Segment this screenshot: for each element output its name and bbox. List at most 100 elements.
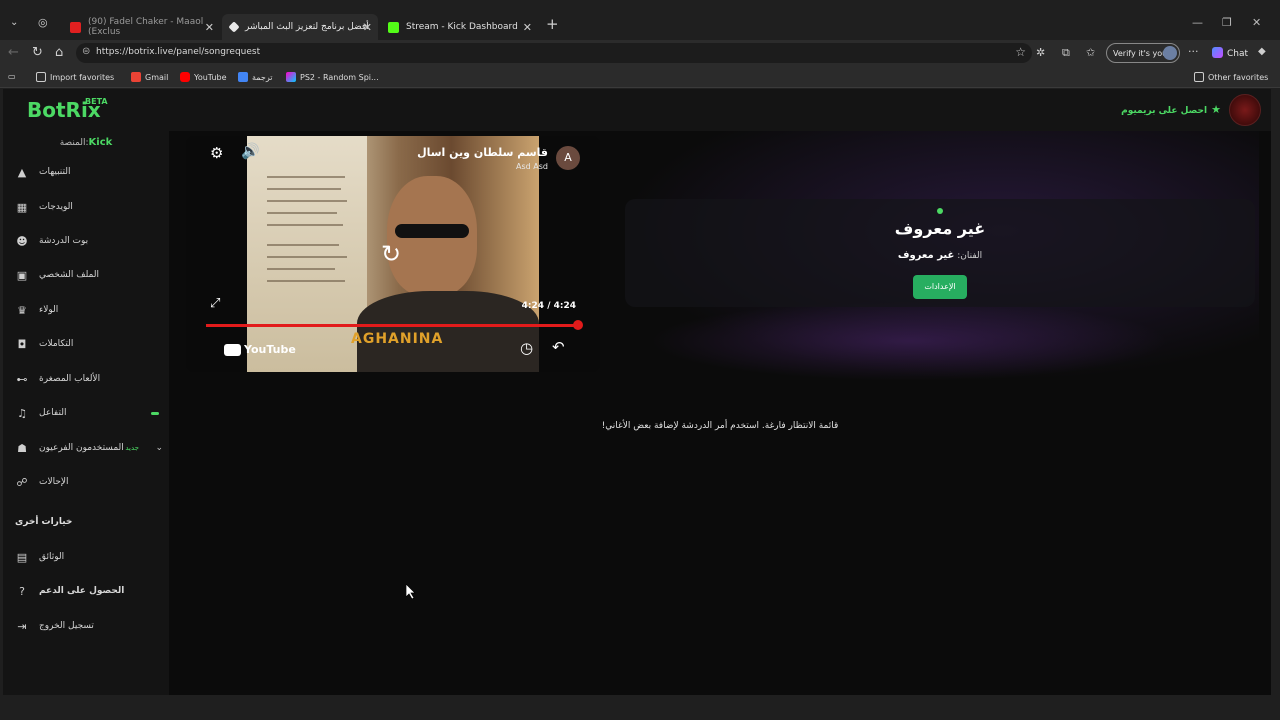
folder-icon xyxy=(36,72,46,82)
ps2-icon xyxy=(286,72,296,82)
sidebar-item-logout[interactable]: ⇥ تسجيل الخروج xyxy=(15,616,165,636)
user-avatar[interactable] xyxy=(1229,94,1261,126)
sidebar-item-minigames[interactable]: ⊷ الألعاب المصغرة xyxy=(15,369,165,389)
bookmark-translate[interactable]: ترجمة xyxy=(238,72,273,82)
sidebar-item-support[interactable]: ? الحصول على الدعم xyxy=(15,581,165,601)
tab-list-icon[interactable]: ⌄ xyxy=(10,17,18,28)
profile-avatar xyxy=(1163,46,1177,60)
sidebar-item-profile[interactable]: ▣ الملف الشخصي xyxy=(15,265,165,285)
bookmark-gmail[interactable]: Gmail xyxy=(131,72,168,82)
sidebar-item-widgets[interactable]: ▦ الويدجات xyxy=(15,197,165,217)
video-title[interactable]: قاسم سلطان وين اسال xyxy=(417,146,548,159)
new-tab-button[interactable]: + xyxy=(546,15,559,33)
now-playing-card: غير معروف الفنان: غير معروف الإعدادات xyxy=(625,199,1255,307)
referral-icon: ☍ xyxy=(16,475,28,489)
get-premium-link[interactable]: ★احصل على بريميوم xyxy=(1121,103,1221,116)
trophy-icon: ♛ xyxy=(17,303,27,317)
more-menu-icon[interactable]: ··· xyxy=(1188,45,1199,58)
tab-title: Stream - Kick Dashboard xyxy=(406,22,518,32)
reading-view-icon[interactable]: ▭ xyxy=(8,72,16,81)
sidebar: المنصة:Kick ▲ التنبيهات ▦ الويدجات ☻ بوت ال… xyxy=(3,131,169,695)
close-tab-icon[interactable]: ✕ xyxy=(523,21,532,34)
other-options-heading: خيارات أخرى xyxy=(15,517,73,527)
progress-bar[interactable] xyxy=(206,324,578,327)
bookmark-import-favorites[interactable]: Import favorites xyxy=(36,72,114,82)
kick-favicon-icon xyxy=(388,21,399,33)
split-screen-icon[interactable]: ⧉ xyxy=(1062,46,1070,60)
channel-avatar[interactable]: A xyxy=(556,146,580,170)
warning-icon: ▲ xyxy=(17,165,27,179)
settings-button[interactable]: الإعدادات xyxy=(913,275,967,299)
folder-icon xyxy=(1194,72,1204,82)
close-tab-icon[interactable]: ✕ xyxy=(205,21,214,34)
chevron-down-icon[interactable]: ⌄ xyxy=(155,443,163,453)
sidebar-item-interaction[interactable]: ♫ التفاعل xyxy=(15,403,165,423)
browser-window: ⌄ ◎ (90) Fadel Chaker - Maaol (Exclus ✕ … xyxy=(0,0,1280,720)
close-window-icon[interactable]: ✕ xyxy=(1252,16,1261,29)
botrix-logo[interactable]: BotRix BETA xyxy=(27,97,108,122)
verify-profile-button[interactable]: Verify it's you xyxy=(1106,43,1180,63)
extensions-icon[interactable]: ✲ xyxy=(1036,46,1045,59)
watch-later-icon[interactable]: ◷ xyxy=(520,339,533,357)
globe-icon[interactable]: ◎ xyxy=(38,16,48,29)
youtube-icon xyxy=(224,343,241,356)
collections-icon[interactable]: ✩ xyxy=(1086,46,1095,59)
status-dot xyxy=(937,208,943,214)
bookmark-other-favorites[interactable]: Other favorites xyxy=(1194,72,1268,82)
bookmark-youtube[interactable]: YouTube xyxy=(180,72,227,82)
youtube-icon xyxy=(180,72,190,82)
close-tab-icon[interactable]: ✕ xyxy=(363,21,372,34)
copilot-icon xyxy=(1212,47,1223,58)
tab-fadel-chaker[interactable]: (90) Fadel Chaker - Maaol (Exclus ✕ xyxy=(62,14,220,40)
fullscreen-icon[interactable]: ⤢ xyxy=(210,296,220,311)
background-glow xyxy=(649,301,1169,381)
youtube-favicon-icon xyxy=(70,21,81,33)
sidebar-item-alerts[interactable]: ▲ التنبيهات xyxy=(15,162,165,182)
help-icon: ? xyxy=(19,584,25,598)
new-badge: جديد xyxy=(125,444,139,452)
tab-title: (90) Fadel Chaker - Maaol (Exclus xyxy=(88,17,204,37)
settings-gear-icon[interactable]: ⚙ xyxy=(210,144,223,162)
tab-kick-dashboard[interactable]: Stream - Kick Dashboard ✕ xyxy=(380,14,538,40)
sidebar-item-chatbot[interactable]: ☻ بوت الدردشة xyxy=(15,231,165,251)
sidebar-item-subusers[interactable]: ☗ المستخدمون الفرعيون جديد ⌄ xyxy=(15,438,165,458)
bot-icon: ☻ xyxy=(16,234,28,248)
copilot-chat-button[interactable]: Chat xyxy=(1212,47,1248,59)
queue-empty-message: قائمة الانتظار فارغة. استخدم أمر الدردشة… xyxy=(601,421,839,431)
sidebar-item-integrations[interactable]: ◘ التكاملات xyxy=(15,334,165,354)
beta-badge: BETA xyxy=(85,97,108,106)
gmail-icon xyxy=(131,72,141,82)
users-icon: ☗ xyxy=(17,441,27,455)
reload-icon[interactable]: ↻ xyxy=(32,45,43,60)
bookmarks-bar: ▭ Import favorites Gmail YouTube ترجمة P… xyxy=(0,66,1280,88)
address-bar[interactable]: ⊜ https://botrix.live/panel/songrequest … xyxy=(76,43,1032,63)
sidebar-item-docs[interactable]: ▤ الوثائق xyxy=(15,547,165,567)
replay-icon[interactable]: ↻ xyxy=(381,240,401,268)
sidebar-item-loyalty[interactable]: ♛ الولاء xyxy=(15,300,165,320)
maximize-icon[interactable]: ❐ xyxy=(1222,16,1232,29)
chat-label: Chat xyxy=(1227,49,1249,59)
music-icon: ♫ xyxy=(17,406,27,420)
verify-label: Verify it's you xyxy=(1113,49,1168,58)
gamepad-icon: ⊷ xyxy=(16,372,28,386)
star-icon: ★ xyxy=(1211,103,1221,116)
bookmark-ps2[interactable]: PS2 - Random Spi... xyxy=(286,72,379,82)
sidebar-item-referrals[interactable]: ☍ الإحالات xyxy=(15,472,165,492)
home-icon[interactable]: ⌂ xyxy=(55,45,63,60)
volume-icon[interactable]: 🔊 xyxy=(241,142,260,160)
tab-botrix[interactable]: أفضل برنامج لتعزيز البث المباشر ✕ xyxy=(222,14,378,40)
youtube-player[interactable]: AGHANINA ⚙ 🔊 قاسم سلطان وين اسال Asd Asd… xyxy=(186,136,600,372)
favorite-star-icon[interactable]: ☆ xyxy=(1015,45,1026,59)
channel-name[interactable]: Asd Asd xyxy=(516,162,548,171)
back-icon[interactable]: ← xyxy=(8,45,19,60)
youtube-logo[interactable]: YouTube xyxy=(224,343,296,356)
logout-icon: ⇥ xyxy=(17,619,27,633)
integrations-icon: ◘ xyxy=(17,337,27,351)
minimize-icon[interactable]: — xyxy=(1192,16,1203,29)
progress-handle[interactable] xyxy=(573,320,583,330)
share-icon[interactable]: ↶ xyxy=(552,338,565,356)
profile-icon: ▣ xyxy=(16,268,28,282)
site-info-icon[interactable]: ⊜ xyxy=(82,46,90,57)
song-request-panel: AGHANINA ⚙ 🔊 قاسم سلطان وين اسال Asd Asd… xyxy=(169,131,1271,695)
sidebar-toggle-icon[interactable]: ◆ xyxy=(1258,46,1266,57)
